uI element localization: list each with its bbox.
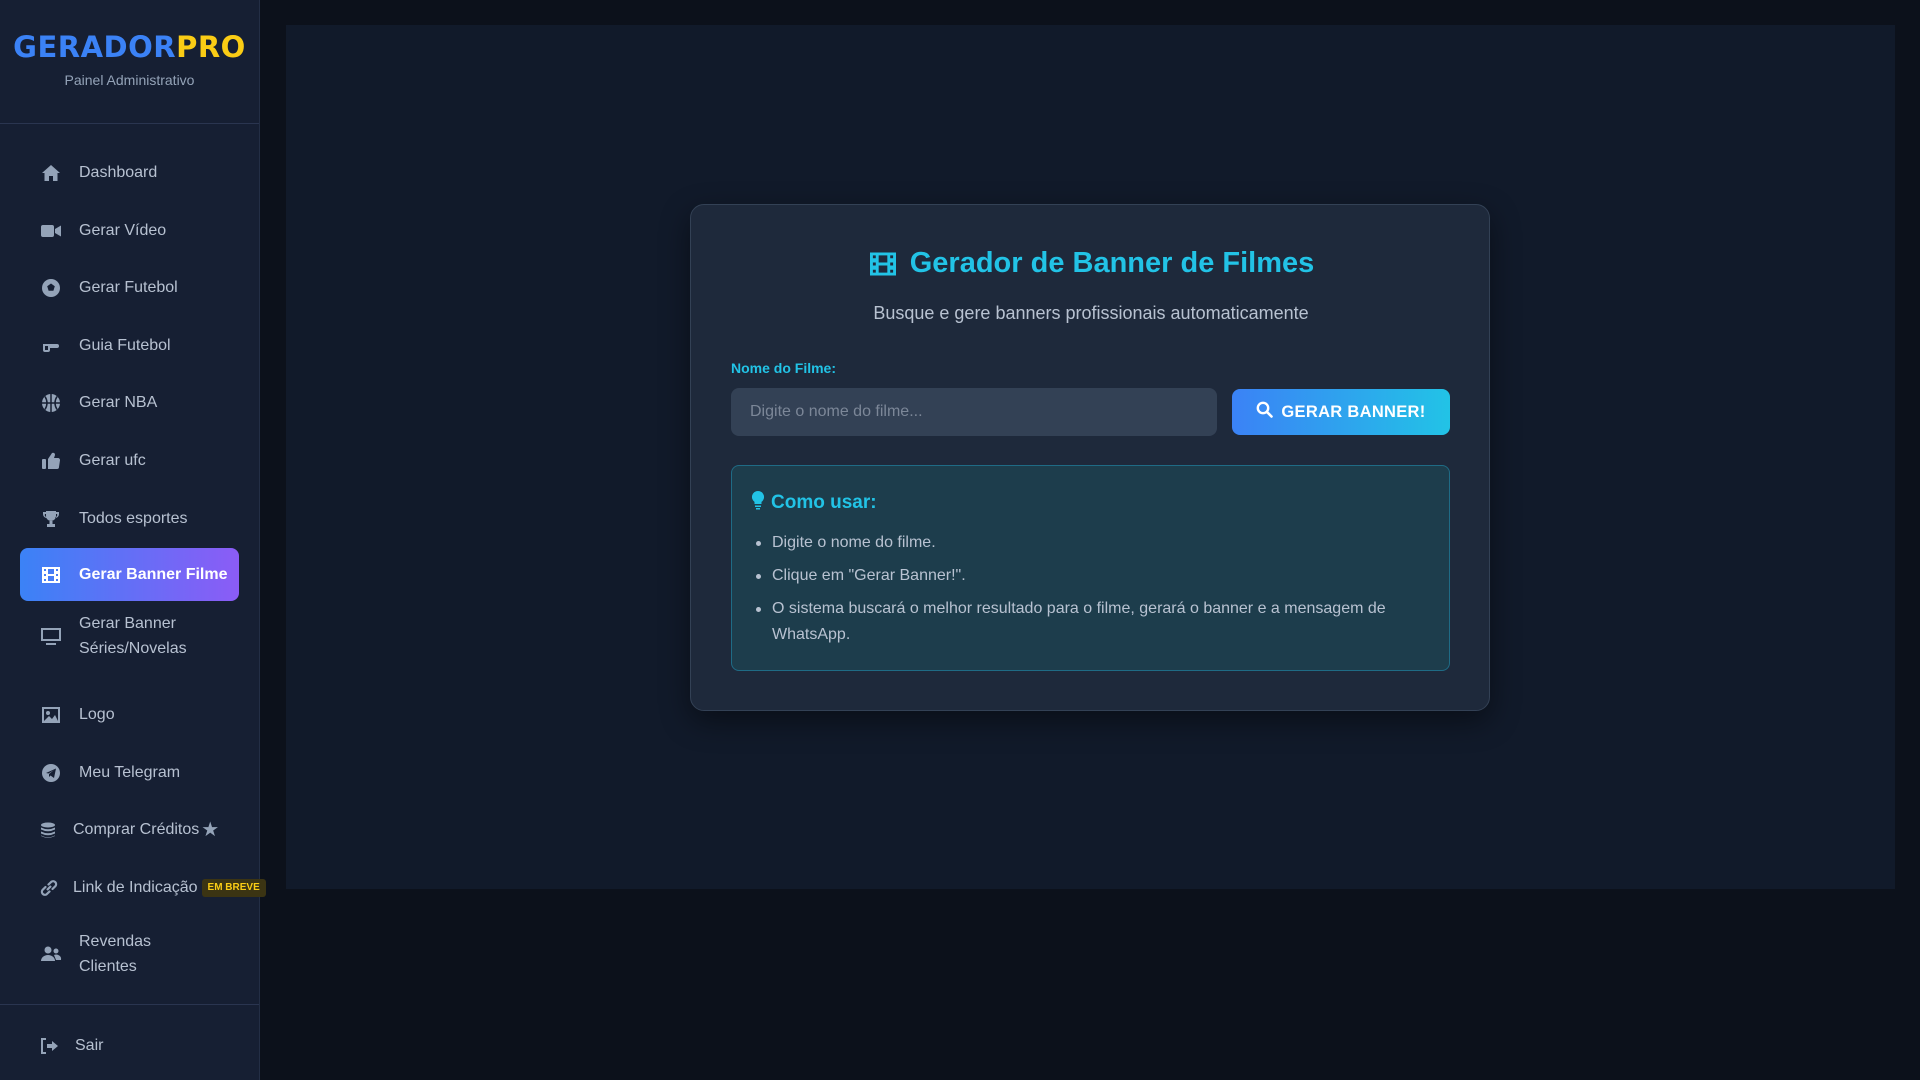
brand-header: GERADORPRO Painel Administrativo <box>0 0 259 124</box>
sidebar-item-label: Gerar Banner Filme <box>79 565 228 583</box>
sidebar-item-label: Meu Telegram <box>79 763 181 781</box>
trophy-icon <box>40 509 62 529</box>
sidebar-item-label: Gerar Banner Séries/Novelas <box>79 615 187 657</box>
logout-label: Sair <box>75 1036 104 1054</box>
sidebar-item-label: Todos esportes <box>79 509 188 527</box>
movie-name-input[interactable] <box>731 388 1217 436</box>
movie-name-label: Nome do Filme: <box>731 360 837 376</box>
sidebar-item-label: Guia Futebol <box>79 336 171 354</box>
sidebar-item-logo[interactable]: Logo <box>20 688 239 741</box>
how-to-use-title-text: Como usar: <box>771 492 877 513</box>
list-item: O sistema buscará o melhor resultado par… <box>752 596 1432 648</box>
generate-banner-label: GERAR BANNER! <box>1281 402 1426 421</box>
sign-out-icon <box>38 1036 60 1056</box>
sidebar-item-label: Revendas Clientes <box>79 933 152 975</box>
users-icon <box>40 944 62 964</box>
sidebar-item-gerar-banner-filme[interactable]: Gerar Banner Filme <box>20 548 239 601</box>
brand-subtitle: Painel Administrativo <box>64 72 195 88</box>
coming-soon-badge: EM BREVE <box>201 878 266 897</box>
sidebar-item-gerar-video[interactable]: Gerar Vídeo <box>20 204 239 257</box>
sidebar-divider <box>0 1004 259 1005</box>
how-to-use-box: Como usar: Digite o nome do filme. Cliqu… <box>731 465 1450 671</box>
list-item: Clique em "Gerar Banner!". <box>752 563 1432 589</box>
sidebar-item-todos-esportes[interactable]: Todos esportes <box>20 492 239 545</box>
brand-name-part1: GERADOR <box>13 30 177 64</box>
sidebar: GERADORPRO Painel Administrativo Dashboa… <box>0 0 266 1080</box>
sidebar-item-dashboard[interactable]: Dashboard <box>20 146 239 199</box>
soccer-ball-icon <box>40 278 62 298</box>
tv-icon <box>40 626 62 646</box>
brand-name-part2: PRO <box>176 30 246 64</box>
home-icon <box>40 163 62 183</box>
sidebar-item-gerar-banner-series[interactable]: Gerar Banner Séries/Novelas <box>20 606 239 666</box>
sidebar-item-label: Gerar Vídeo <box>79 221 167 239</box>
sidebar-item-guia-futebol[interactable]: Guia Futebol <box>20 319 239 372</box>
lightbulb-icon <box>751 490 765 516</box>
film-icon <box>40 565 62 585</box>
sidebar-item-label: Logo <box>79 705 115 723</box>
sidebar-item-gerar-ufc[interactable]: Gerar ufc <box>20 434 239 487</box>
hand-pointing-icon <box>40 336 62 356</box>
sidebar-item-gerar-nba[interactable]: Gerar NBA <box>20 376 239 429</box>
brand-logo[interactable]: GERADORPRO <box>0 30 259 64</box>
banner-generator-card: Gerador de Banner de Filmes Busque e ger… <box>690 204 1490 711</box>
sidebar-item-meu-telegram[interactable]: Meu Telegram <box>20 746 239 799</box>
sidebar-item-label: Link de Indicação <box>73 878 198 896</box>
sidebar-item-label: Gerar ufc <box>79 451 146 469</box>
image-icon <box>40 705 62 725</box>
sidebar-item-comprar-creditos[interactable]: Comprar Créditos ★ <box>20 803 239 856</box>
sidebar-item-label: Gerar Futebol <box>79 278 178 296</box>
logout-button[interactable]: Sair <box>20 1019 239 1072</box>
search-icon <box>1256 401 1274 423</box>
page-title-text: Gerador de Banner de Filmes <box>909 247 1315 279</box>
sidebar-item-label: Comprar Créditos <box>73 820 200 838</box>
thumbs-up-icon <box>40 451 62 471</box>
link-icon <box>38 878 60 898</box>
coins-icon <box>38 820 60 840</box>
page-title: Gerador de Banner de Filmes <box>691 247 1491 280</box>
how-to-use-title: Como usar: <box>751 490 877 516</box>
generate-banner-button[interactable]: GERAR BANNER! <box>1232 389 1450 435</box>
sidebar-item-revendas-clientes[interactable]: Revendas Clientes <box>20 924 239 984</box>
film-icon <box>868 251 898 277</box>
how-to-use-list: Digite o nome do filme. Clique em "Gerar… <box>752 530 1432 655</box>
basketball-icon <box>40 393 62 413</box>
sidebar-item-link-indicacao[interactable]: Link de Indicação EM BREVE <box>20 861 266 914</box>
star-icon: ★ <box>201 819 220 841</box>
telegram-icon <box>40 763 62 783</box>
sidebar-item-label: Gerar NBA <box>79 393 158 411</box>
page-subtitle: Busque e gere banners profissionais auto… <box>873 303 1309 323</box>
list-item: Digite o nome do filme. <box>752 530 1432 556</box>
sidebar-item-label: Dashboard <box>79 163 158 181</box>
video-camera-icon <box>40 221 62 241</box>
sidebar-item-gerar-futebol[interactable]: Gerar Futebol <box>20 261 239 314</box>
